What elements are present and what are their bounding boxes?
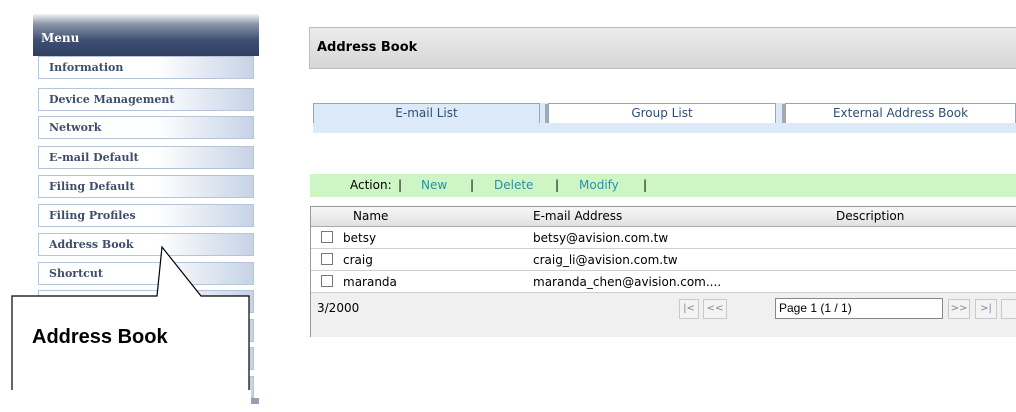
action-separator: | bbox=[643, 178, 648, 192]
table-row[interactable]: betsy betsy@avision.com.tw bbox=[311, 227, 1016, 249]
page-input[interactable] bbox=[779, 301, 929, 315]
row-checkbox[interactable] bbox=[321, 231, 333, 243]
sidebar-item-hidden-1[interactable] bbox=[38, 290, 254, 313]
sidebar-item-import-export[interactable]: Import/Export bbox=[38, 376, 254, 398]
table-row[interactable]: craig craig_li@avision.com.tw bbox=[311, 249, 1016, 271]
row-checkbox[interactable] bbox=[321, 275, 333, 287]
tab-external-address-book[interactable]: External Address Book bbox=[785, 103, 1016, 123]
sidebar-menu: Menu Information Device Management Netwo… bbox=[33, 14, 259, 412]
row-name: betsy bbox=[343, 231, 377, 245]
callout-label: Address Book bbox=[32, 326, 168, 348]
modify-button[interactable]: Modify bbox=[579, 178, 619, 192]
table-row[interactable]: maranda maranda_chen@avision.com.... bbox=[311, 271, 1016, 293]
tab-email-list[interactable]: E-mail List bbox=[313, 103, 540, 123]
new-button[interactable]: New bbox=[421, 178, 447, 192]
action-separator: | bbox=[555, 178, 560, 192]
page-title-bar: Address Book bbox=[309, 27, 1016, 69]
prev-page-button[interactable]: << bbox=[703, 299, 727, 319]
delete-button[interactable]: Delete bbox=[494, 178, 533, 192]
action-separator: | bbox=[470, 178, 475, 192]
last-page-button[interactable]: >| bbox=[975, 299, 997, 319]
page-title: Address Book bbox=[317, 40, 418, 55]
sidebar-item-filing-default[interactable]: Filing Default bbox=[38, 175, 254, 198]
sidebar-item-device-management[interactable]: Device Management bbox=[38, 88, 254, 111]
record-count: 3/2000 bbox=[317, 301, 360, 315]
row-email: craig_li@avision.com.tw bbox=[533, 253, 678, 267]
action-prefix: Action: bbox=[350, 178, 392, 192]
sidebar-item-shortcut[interactable]: Shortcut bbox=[38, 262, 254, 285]
table-footer: 3/2000 |< << >> >| bbox=[311, 293, 1016, 337]
sidebar-item-filing-profiles[interactable]: Filing Profiles bbox=[38, 204, 254, 227]
menu-bottom-strip bbox=[33, 398, 259, 404]
sidebar-item-network[interactable]: Network bbox=[38, 116, 254, 139]
row-name: craig bbox=[343, 253, 373, 267]
menu-header: Menu bbox=[33, 14, 259, 56]
action-bar: Action: | New | Delete | Modify | bbox=[310, 174, 1016, 197]
sidebar-item-information[interactable]: Information bbox=[38, 56, 254, 79]
column-header-email[interactable]: E-mail Address bbox=[533, 209, 622, 223]
first-page-button[interactable]: |< bbox=[679, 299, 699, 319]
pager-extra-button[interactable] bbox=[1001, 299, 1016, 319]
sidebar-item-hidden-3[interactable] bbox=[38, 347, 254, 370]
row-email: betsy@avision.com.tw bbox=[533, 231, 669, 245]
table-header: Name E-mail Address Description bbox=[311, 207, 1016, 227]
action-separator: | bbox=[398, 178, 403, 192]
row-checkbox[interactable] bbox=[321, 253, 333, 265]
row-name: maranda bbox=[343, 275, 397, 289]
page-indicator-field[interactable] bbox=[775, 298, 943, 319]
sidebar-item-address-book[interactable]: Address Book bbox=[38, 233, 254, 256]
column-header-name[interactable]: Name bbox=[353, 209, 388, 223]
sidebar-item-email-default[interactable]: E-mail Default bbox=[38, 146, 254, 169]
menu-title: Menu bbox=[41, 31, 80, 45]
next-page-button[interactable]: >> bbox=[948, 299, 970, 319]
tab-group-list[interactable]: Group List bbox=[548, 103, 776, 123]
address-table: Name E-mail Address Description betsy be… bbox=[310, 206, 1016, 337]
row-email: maranda_chen@avision.com.... bbox=[533, 275, 722, 289]
column-header-description[interactable]: Description bbox=[836, 209, 904, 223]
